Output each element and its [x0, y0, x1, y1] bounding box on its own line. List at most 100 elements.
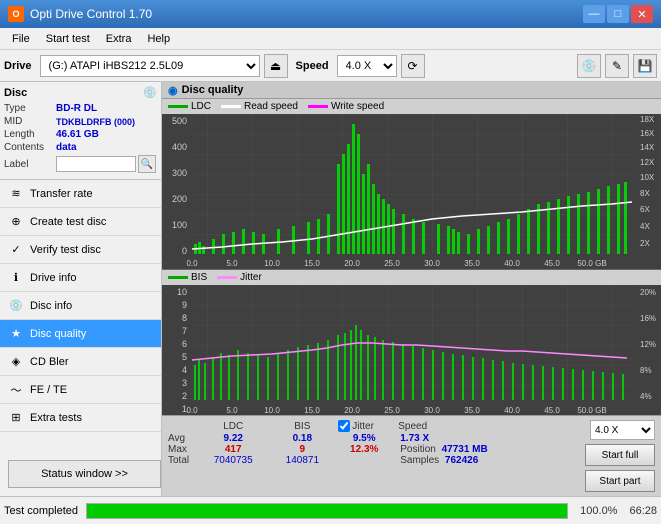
bis-legend-color — [168, 276, 188, 279]
status-text: Test completed — [4, 505, 78, 517]
window-title: Opti Drive Control 1.70 — [30, 7, 152, 21]
bottom-chart-svg: 10 9 8 7 6 5 4 3 2 1 20% 16% — [162, 285, 661, 415]
ldc-legend: LDC — [168, 101, 211, 112]
disc-type-row: Type BD-R DL — [4, 103, 157, 114]
svg-text:2X: 2X — [640, 239, 650, 248]
svg-text:25.0: 25.0 — [384, 406, 400, 415]
svg-text:50.0 GB: 50.0 GB — [577, 259, 606, 268]
speed-select[interactable]: 4.0 X — [337, 55, 397, 77]
jitter-checkbox[interactable] — [338, 420, 350, 432]
write-speed-legend: Write speed — [308, 101, 384, 112]
svg-text:15.0: 15.0 — [304, 406, 320, 415]
title-bar-left: O Opti Drive Control 1.70 — [8, 6, 152, 22]
disc-label-label: Label — [4, 159, 56, 170]
samples-label: Samples — [400, 455, 439, 466]
write-button[interactable]: ✎ — [605, 54, 629, 78]
svg-text:500: 500 — [172, 116, 187, 126]
svg-text:12%: 12% — [640, 340, 656, 349]
eject-button[interactable]: ⏏ — [264, 54, 288, 78]
drive-select[interactable]: (G:) ATAPI iHBS212 2.5L09 — [40, 55, 260, 77]
ldc-legend-color — [168, 105, 188, 108]
close-button[interactable]: ✕ — [631, 5, 653, 23]
right-panel: ◉ Disc quality LDC — [162, 82, 661, 496]
position-value: 47731 MB — [442, 444, 488, 455]
svg-text:4X: 4X — [640, 222, 650, 231]
total-bis: 140871 — [270, 455, 334, 466]
menu-extra[interactable]: Extra — [98, 31, 140, 47]
jitter-header-cell: Jitter — [334, 419, 394, 433]
jitter-legend-color — [217, 276, 237, 279]
disc-title: Disc — [4, 87, 27, 99]
disc-mid-value: TDKBLDRFB (000) — [56, 117, 135, 127]
disc-info-icon: 💿 — [8, 298, 24, 314]
start-full-button[interactable]: Start full — [585, 444, 655, 466]
menu-help[interactable]: Help — [139, 31, 178, 47]
total-row: Total 7040735 140871 Samples 762426 — [168, 455, 573, 466]
nav-disc-quality-label: Disc quality — [30, 328, 86, 340]
svg-text:14X: 14X — [640, 143, 655, 152]
nav-items: ≋ Transfer rate ⊕ Create test disc ✓ Ver… — [0, 180, 161, 452]
speed-select-stats[interactable]: 4.0 X — [590, 420, 655, 440]
samples-section: Samples 762426 — [394, 455, 573, 466]
disc-length-row: Length 46.61 GB — [4, 129, 157, 140]
main-content: Disc 💿 Type BD-R DL MID TDKBLDRFB (000) … — [0, 82, 661, 496]
minimize-button[interactable]: — — [583, 5, 605, 23]
maximize-button[interactable]: □ — [607, 5, 629, 23]
svg-text:20.0: 20.0 — [344, 406, 360, 415]
svg-text:6: 6 — [182, 339, 187, 349]
disc-label-button[interactable]: 🔍 — [138, 155, 156, 173]
svg-text:45.0: 45.0 — [544, 406, 560, 415]
speed-label: Speed — [296, 60, 329, 72]
start-part-button[interactable]: Start part — [585, 470, 655, 492]
disc-label-input[interactable] — [56, 156, 136, 172]
jitter-checkbox-label[interactable]: Jitter — [338, 420, 390, 432]
avg-bis: 0.18 — [270, 433, 334, 444]
nav-transfer-rate[interactable]: ≋ Transfer rate — [0, 180, 161, 208]
disc-contents-label: Contents — [4, 142, 56, 153]
nav-fe-te[interactable]: 〜 FE / TE — [0, 376, 161, 404]
nav-verify-test-disc[interactable]: ✓ Verify test disc — [0, 236, 161, 264]
nav-drive-info[interactable]: ℹ Drive info — [0, 264, 161, 292]
write-speed-legend-color — [308, 105, 328, 108]
total-ldc: 7040735 — [196, 455, 270, 466]
nav-extra-tests[interactable]: ⊞ Extra tests — [0, 404, 161, 432]
nav-disc-info-label: Disc info — [30, 300, 72, 312]
svg-text:10X: 10X — [640, 173, 655, 182]
nav-disc-quality[interactable]: ★ Disc quality — [0, 320, 161, 348]
nav-cd-bler[interactable]: ◈ CD Bler — [0, 348, 161, 376]
cd-bler-icon: ◈ — [8, 354, 24, 370]
status-bar: Test completed 100.0% 66:28 — [0, 496, 661, 524]
read-speed-legend-color — [221, 105, 241, 108]
drive-info-icon: ℹ — [8, 270, 24, 286]
svg-text:5.0: 5.0 — [226, 259, 238, 268]
refresh-button[interactable]: ⟳ — [401, 54, 425, 78]
svg-text:2: 2 — [182, 391, 187, 401]
nav-drive-info-label: Drive info — [30, 272, 76, 284]
nav-disc-info[interactable]: 💿 Disc info — [0, 292, 161, 320]
svg-text:10.0: 10.0 — [264, 406, 280, 415]
max-label: Max — [168, 444, 196, 455]
sidebar: Disc 💿 Type BD-R DL MID TDKBLDRFB (000) … — [0, 82, 162, 496]
disc-button[interactable]: 💿 — [577, 54, 601, 78]
menu-file[interactable]: File — [4, 31, 38, 47]
nav-create-test-disc[interactable]: ⊕ Create test disc — [0, 208, 161, 236]
stats-table-area: LDC BIS Jitter Spe — [162, 416, 579, 496]
create-test-disc-icon: ⊕ — [8, 214, 24, 230]
avg-ldc: 9.22 — [196, 433, 270, 444]
drive-toolbar: Drive (G:) ATAPI iHBS212 2.5L09 ⏏ Speed … — [0, 50, 661, 82]
save-button[interactable]: 💾 — [633, 54, 657, 78]
nav-verify-test-disc-label: Verify test disc — [30, 244, 101, 256]
app-icon: O — [8, 6, 24, 22]
disc-mid-row: MID TDKBLDRFB (000) — [4, 116, 157, 127]
nav-fe-te-label: FE / TE — [30, 384, 67, 396]
bis-header: BIS — [270, 419, 334, 433]
status-window-button[interactable]: Status window >> — [8, 460, 161, 488]
quality-panel-icon: ◉ — [168, 84, 178, 97]
jitter-legend-label: Jitter — [240, 272, 262, 283]
bottom-chart-legend: BIS Jitter — [162, 270, 661, 285]
read-speed-legend: Read speed — [221, 101, 298, 112]
window-controls: — □ ✕ — [583, 5, 653, 23]
menu-bar: File Start test Extra Help — [0, 28, 661, 50]
menu-start-test[interactable]: Start test — [38, 31, 98, 47]
svg-text:0.0: 0.0 — [186, 259, 198, 268]
